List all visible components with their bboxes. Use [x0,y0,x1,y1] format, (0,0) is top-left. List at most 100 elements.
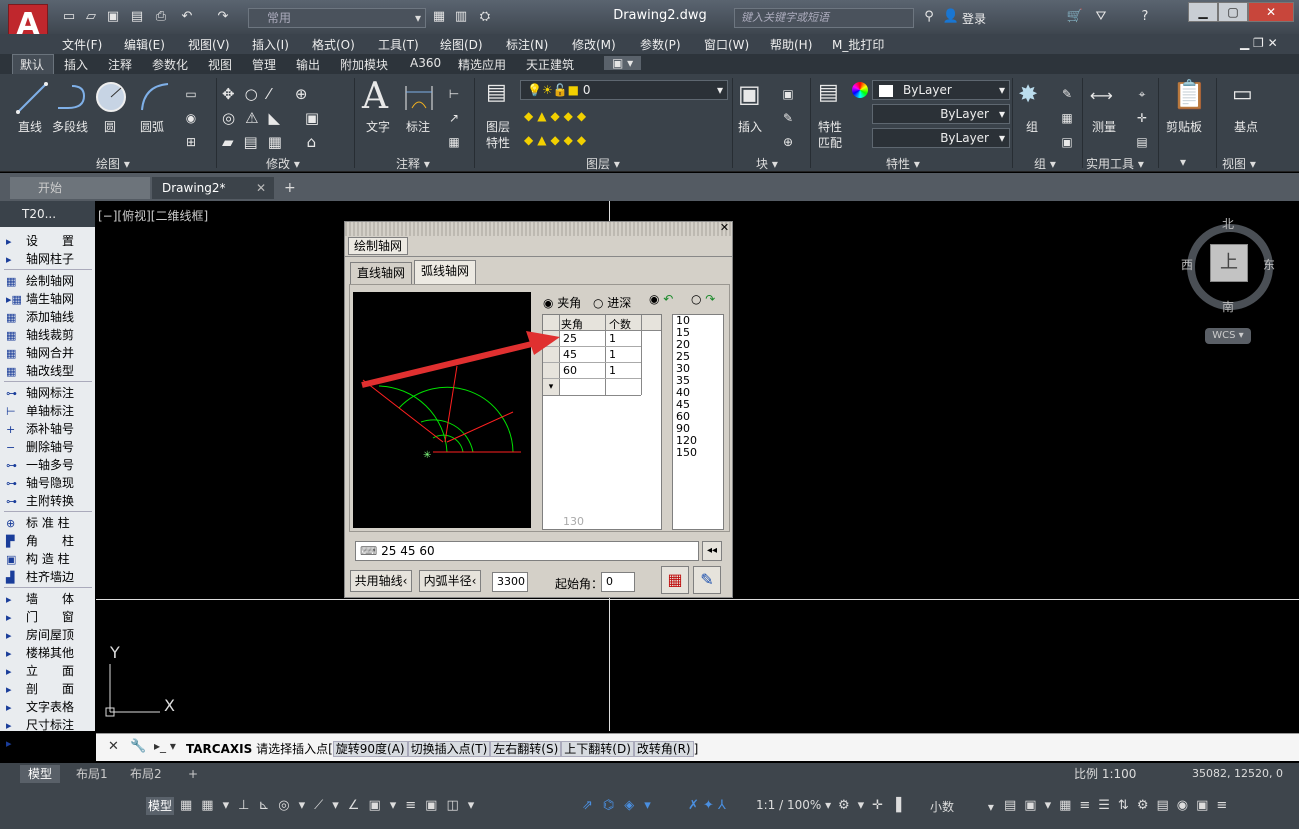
circle-tool-icon[interactable] [94,80,128,114]
binoculars-icon[interactable]: ⚲ [920,9,938,25]
block-small-icons[interactable]: ▣ ✎ ⊕ [776,82,800,154]
cell-count[interactable]: 1 [609,348,616,361]
palette-item[interactable]: ▸ 门 窗 [6,608,94,626]
undo-icon[interactable]: ↶ [178,9,196,25]
search-input[interactable]: 键入关键字或短语 [734,8,914,28]
start-angle-input[interactable]: 0 [601,572,635,592]
open-file-icon[interactable]: ▱ [82,9,100,25]
viewcube-north[interactable]: 北 [1222,215,1234,232]
view-panel-title[interactable]: 视图 ▾ [1222,155,1256,172]
close-button[interactable]: ✕ [1248,2,1294,22]
help-icon[interactable]: ? [1136,9,1154,25]
group-panel-title[interactable]: 组 ▾ [1034,155,1056,172]
menu-view[interactable]: 视图(V) [188,36,230,53]
ribbon-tab-toggle[interactable]: ▣ ▾ [604,56,642,70]
menu-tools[interactable]: 工具(T) [378,36,419,53]
group-small-icons[interactable]: ✎ ▦ ▣ [1056,82,1078,154]
palette-item[interactable]: ▸ 设 置 [6,232,94,250]
clipboard-panel-title[interactable]: ▾ [1180,155,1186,169]
cell-count[interactable]: 1 [609,364,616,377]
add-layout-icon[interactable]: + [180,765,206,783]
palette-item[interactable]: ⊶ 主附转换 [6,492,94,510]
insert-block-icon[interactable]: ▣ [738,80,761,108]
ribbon-tab-manage[interactable]: 管理 [252,56,276,73]
block-panel-title[interactable]: 块 ▾ [756,155,778,172]
inner-radius-button[interactable]: 内弧半径‹ [419,570,481,592]
tab-layout1[interactable]: 布局1 [68,765,116,783]
palette-item[interactable]: − 删除轴号 [6,438,94,456]
menu-draw[interactable]: 绘图(D) [440,36,483,53]
match-properties-icon[interactable]: ▤ [818,80,839,105]
close-command-icon[interactable]: ✕ [108,739,119,754]
viewport-scale[interactable]: 1:1 / 100% ▾ [756,798,831,812]
plot-icon[interactable]: ⛭ [476,9,494,25]
menu-modify[interactable]: 修改(M) [572,36,616,53]
annotation-visibility-icon[interactable]: ✗ ✦ ⅄ [688,798,726,813]
palette-item[interactable]: ⊶ 轴号隐现 [6,474,94,492]
menu-edit[interactable]: 编辑(E) [124,36,165,53]
arc-tool-icon[interactable] [138,80,172,114]
viewcube-south[interactable]: 南 [1222,298,1234,315]
tab-start[interactable]: 开始 [10,177,150,199]
ribbon-tab-parametric[interactable]: 参数化 [152,56,188,73]
dialog-titlebar[interactable] [345,222,732,236]
command-option[interactable]: 左右翻转(S) [490,741,562,757]
doc-window-controls[interactable]: ▁ ❐ ✕ [1240,36,1278,50]
layer-select[interactable]: 💡☀🔓■ 0 ▾ [520,80,728,100]
line-tool-icon[interactable] [14,80,50,116]
palette-item[interactable]: ▦ 绘制轴网 [6,272,94,290]
shared-axis-button[interactable]: 共用轴线‹ [350,570,412,592]
group-icon[interactable]: ✸ [1018,80,1038,108]
modify-tools-icons[interactable]: ✥○⁄ ⊕ ◎⚠◣ ▣ ▰▤▦ ⌂ [222,82,342,154]
measure-icon[interactable]: ⟷ [1090,86,1113,105]
ribbon-tab-a360[interactable]: A360 [410,56,441,70]
exchange-icon[interactable]: ⛛ [1092,9,1110,25]
cell-count[interactable]: 1 [609,332,616,345]
tab-layout2[interactable]: 布局2 [122,765,170,783]
menu-parametric[interactable]: 参数(P) [640,36,681,53]
tab-arc-grid[interactable]: 弧线轴网 [414,260,476,284]
menu-help[interactable]: 帮助(H) [770,36,812,53]
viewcube-east[interactable]: 东 [1263,256,1275,273]
layer-tools-icons[interactable]: ◆▲◆◆◆ ◆▲◆◆◆ [524,104,644,152]
palette-item[interactable]: ▸ 文字表格 [6,698,94,716]
palette-item[interactable]: ⊶ 轴网标注 [6,384,94,402]
properties-panel-title[interactable]: 特性 ▾ [886,155,920,172]
palette-item[interactable]: ▸ 房间屋顶 [6,626,94,644]
ribbon-tab-output[interactable]: 输出 [296,56,320,73]
utilities-panel-title[interactable]: 实用工具 ▾ [1086,155,1144,172]
utilities-small-icons[interactable]: ⌖ ✛ ▤ [1132,82,1152,154]
ribbon-tab-annotate[interactable]: 注释 [108,56,132,73]
new-tab-icon[interactable]: + [284,180,296,196]
layer-properties-icon[interactable]: ▤ [486,80,507,105]
lineweight-select[interactable]: ByLayer ▾ [872,128,1010,148]
layout-icon[interactable]: ▥ [452,9,470,25]
dialog-close-button[interactable]: ✕ [718,222,731,235]
angle-list-item[interactable]: 150 [676,447,723,459]
print-icon[interactable]: ⎙ [152,9,170,25]
osnap-toggles[interactable]: ⇗⌬◈▾ [582,798,661,813]
redo-icon[interactable]: ↷ [214,9,232,25]
ribbon-tab-insert[interactable]: 插入 [64,56,88,73]
palette-item[interactable]: ▦ 轴网合并 [6,344,94,362]
ribbon-tab-view[interactable]: 视图 [208,56,232,73]
dimension-tool-icon[interactable] [402,82,436,114]
radio-angle[interactable]: ◉ 夹角 [543,294,581,311]
palette-item[interactable]: + 添补轴号 [6,420,94,438]
save-as-icon[interactable]: ▤ [128,9,146,25]
palette-item[interactable]: ▸ 符号标注 [6,734,94,752]
command-prompt-icon[interactable]: ▸_ ▾ [154,739,176,753]
viewcube-west[interactable]: 西 [1181,256,1193,273]
drafting-toggles[interactable]: ▦▦▾⊥⊾◎▾⟋▾∠▣▾≡▣◫▾ [180,798,483,813]
command-option[interactable]: 上下翻转(D) [561,741,634,757]
history-button[interactable]: ◂◂ [702,541,722,561]
draw-grid-button[interactable]: ▦ [661,566,689,594]
rectangle-tool-icon[interactable]: ▭ ◉ ⊞ [180,82,202,154]
workspace-select[interactable]: 常用 ▾ [248,8,426,28]
palette-item[interactable]: ⊶ 一轴多号 [6,456,94,474]
ribbon-tab-featured[interactable]: 精选应用 [458,56,506,73]
palette-item[interactable]: ▸ 尺寸标注 [6,716,94,734]
model-space-button[interactable]: 模型 [146,797,174,815]
menu-dimension[interactable]: 标注(N) [506,36,548,53]
ribbon-tab-default[interactable]: 默认 [20,56,44,73]
